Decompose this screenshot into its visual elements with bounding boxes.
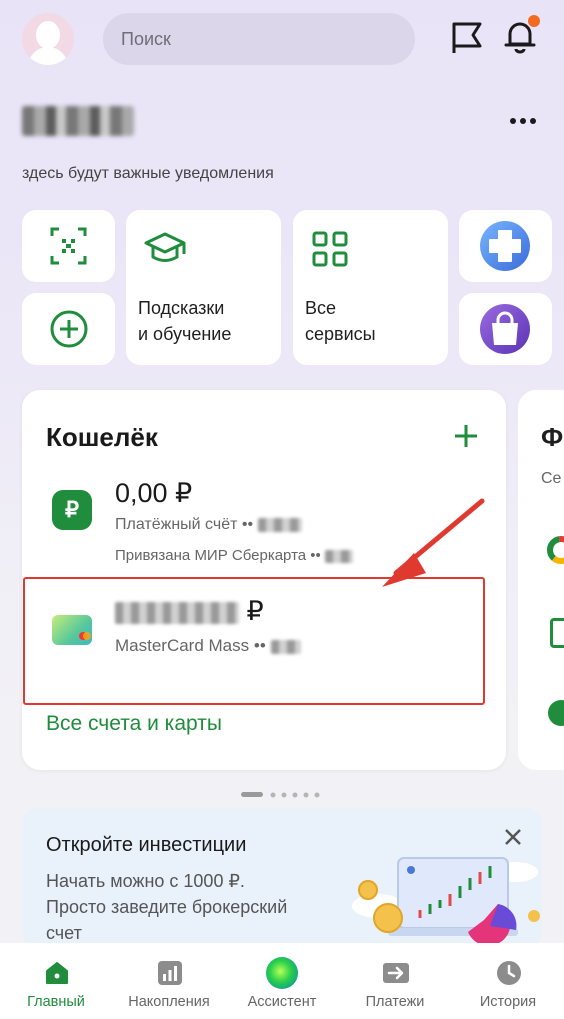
second-card-title: Ф xyxy=(541,422,564,452)
invest-banner[interactable]: Откройте инвестиции Начать можно с 1000 … xyxy=(22,808,542,948)
nav-assistant[interactable]: Ассистент xyxy=(226,943,338,1019)
bottom-navigation: Главный Накопления Ассистент Платежи Ист… xyxy=(0,943,564,1019)
home-icon xyxy=(46,962,68,984)
nav-history[interactable]: История xyxy=(452,943,564,1019)
investment-illustration xyxy=(352,857,540,946)
annotation-arrow xyxy=(382,498,485,587)
money-bag-icon xyxy=(548,700,564,726)
all-services-label: Все сервисы xyxy=(305,298,376,344)
blurred-username xyxy=(22,106,134,136)
notification-badge xyxy=(528,15,540,27)
carousel-indicator xyxy=(241,792,320,798)
wallet-title: Кошелёк xyxy=(46,422,158,452)
qr-scan-tile[interactable] xyxy=(22,210,115,282)
add-tile[interactable] xyxy=(22,293,115,365)
nav-payments[interactable]: Платежи xyxy=(339,943,451,1019)
grid-icon xyxy=(312,231,348,267)
health-tile[interactable] xyxy=(459,210,552,282)
add-plus-icon[interactable] xyxy=(454,424,478,448)
shopping-tile[interactable] xyxy=(459,293,552,365)
nav-savings[interactable]: Накопления xyxy=(113,943,225,1019)
more-icon[interactable] xyxy=(508,116,538,126)
payment-arrow-icon xyxy=(383,963,409,983)
tips-and-learning-tile[interactable]: Подсказки и обучение xyxy=(126,210,281,365)
notifications-text: здесь будут важные уведомления xyxy=(22,165,274,182)
qr-scan-icon xyxy=(50,227,87,265)
highlight-box xyxy=(23,577,485,705)
donut-chart-icon xyxy=(547,536,564,564)
search-placeholder: Поиск xyxy=(121,29,171,49)
blurred-linked-number xyxy=(324,549,353,563)
calculator-icon xyxy=(550,618,564,648)
tips-label: Подсказки и обучение xyxy=(138,298,232,344)
ruble-account-icon: ₽ xyxy=(52,490,92,530)
avatar-body xyxy=(28,47,68,65)
second-card-peek[interactable]: Ф Се xyxy=(518,390,564,770)
graduation-cap-icon xyxy=(144,232,186,262)
assistant-orb-icon xyxy=(266,957,298,989)
search-bar[interactable]: Поиск xyxy=(103,13,415,65)
medical-plus-icon xyxy=(480,221,530,271)
bar-chart-icon xyxy=(158,961,182,985)
flag-icon[interactable] xyxy=(450,20,484,56)
account-balance[interactable]: 0,00 ₽ xyxy=(115,478,192,509)
avatar-head xyxy=(36,21,60,49)
invest-text: Начать можно с 1000 ₽. Просто заведите б… xyxy=(46,871,288,943)
account-subtitle: Платёжный счёт •• xyxy=(115,516,302,534)
blurred-account-number xyxy=(257,517,302,532)
invest-title: Откройте инвестиции xyxy=(46,834,247,856)
profile-avatar[interactable] xyxy=(22,13,74,65)
plus-circle-icon xyxy=(50,310,88,348)
all-accounts-link[interactable]: Все счета и карты xyxy=(46,712,222,736)
second-card-subtitle: Се xyxy=(541,470,562,487)
shopping-bag-icon xyxy=(480,304,530,354)
all-services-tile[interactable]: Все сервисы xyxy=(293,210,448,365)
clock-icon xyxy=(497,961,521,985)
nav-home[interactable]: Главный xyxy=(0,943,112,1019)
linked-card-text: Привязана МИР Сберкарта •• xyxy=(115,547,353,564)
